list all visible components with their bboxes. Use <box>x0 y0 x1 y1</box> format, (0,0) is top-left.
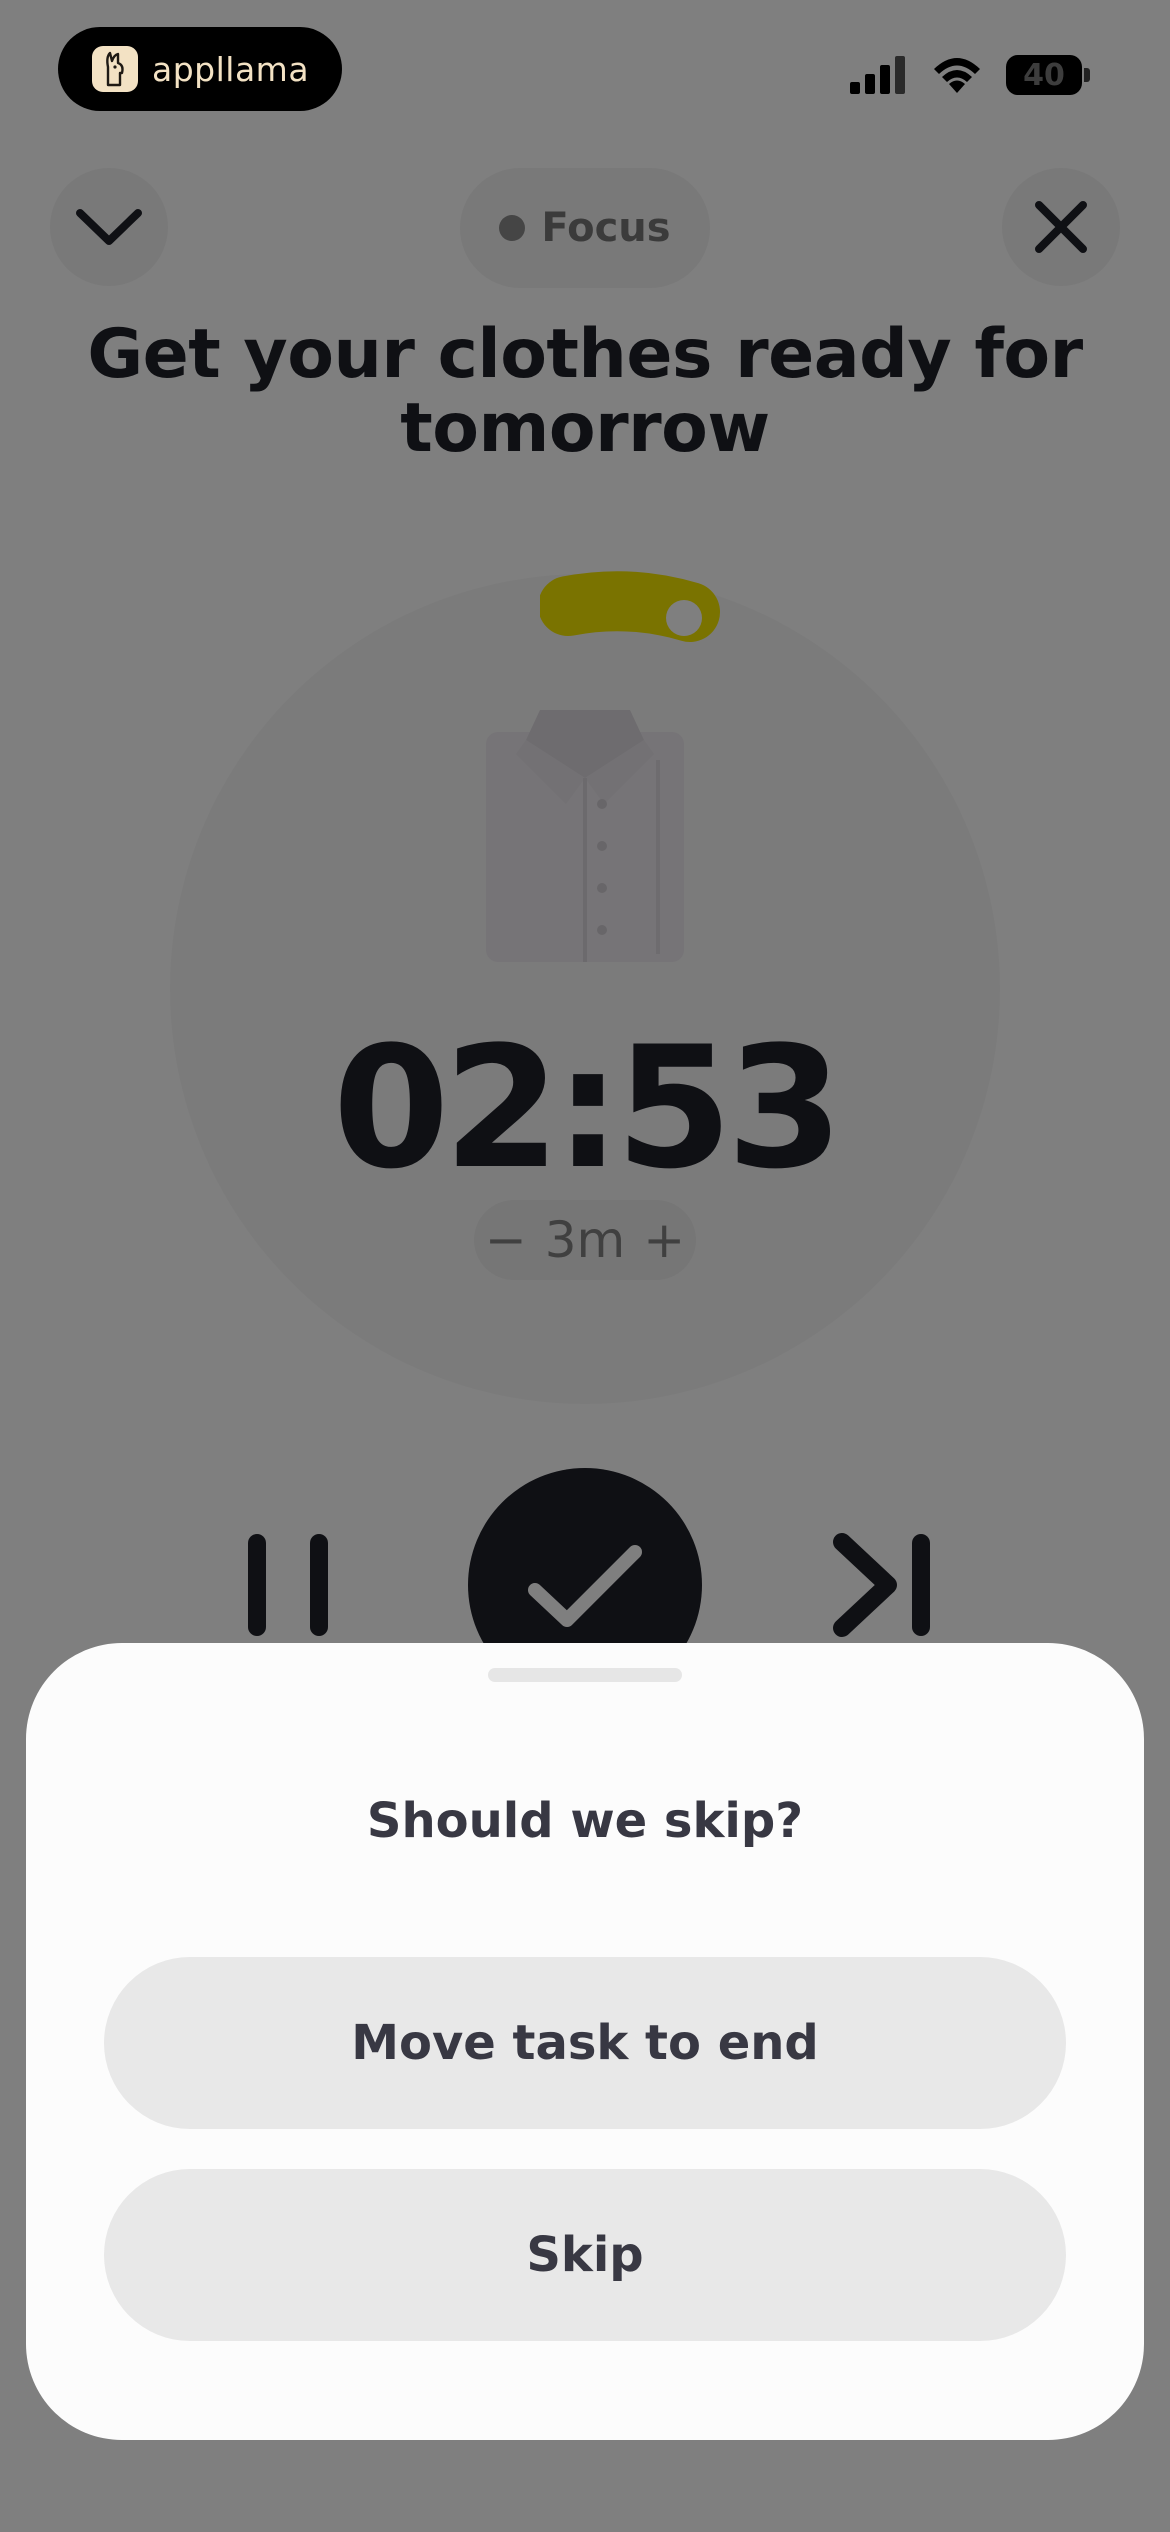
skip-button[interactable]: Skip <box>104 2169 1066 2341</box>
move-task-to-end-button[interactable]: Move task to end <box>104 1957 1066 2129</box>
app-badge[interactable]: appllama <box>58 27 342 111</box>
sheet-title: Should we skip? <box>366 1793 804 1849</box>
sheet-grabber[interactable] <box>488 1668 682 1682</box>
llama-logo-icon <box>92 46 138 92</box>
skip-sheet: Should we skip? Move task to end Skip <box>26 1643 1144 2440</box>
app-name: appllama <box>152 49 310 89</box>
